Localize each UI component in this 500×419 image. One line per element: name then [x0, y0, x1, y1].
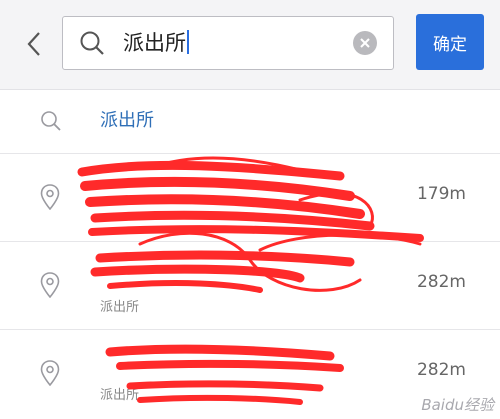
suggestion-label: 派出所 [100, 110, 154, 131]
watermark: Baidu经验 [421, 396, 494, 414]
result-distance: 282m [416, 272, 466, 292]
clear-circle-icon [360, 38, 370, 48]
search-icon [80, 31, 104, 55]
back-button[interactable] [20, 28, 48, 60]
result-subtitle: 派出所 [100, 388, 140, 403]
location-pin-icon [40, 360, 60, 386]
result-row[interactable]: 179m [0, 154, 500, 242]
confirm-button[interactable]: 确定 [416, 14, 484, 70]
result-distance: 179m [416, 184, 466, 204]
location-pin-icon [40, 184, 60, 210]
search-input[interactable]: 派出所 [62, 16, 394, 70]
top-bar: 派出所 确定 [0, 0, 500, 90]
result-row[interactable]: 派出所 282m [0, 242, 500, 330]
search-input-value: 派出所 [123, 29, 189, 57]
text-caret [187, 30, 189, 54]
chevron-left-icon [27, 32, 40, 56]
location-pin-icon [40, 272, 60, 298]
result-subtitle: 派出所 [100, 300, 140, 315]
search-suggestion[interactable]: 派出所 [0, 90, 500, 154]
clear-button[interactable] [353, 31, 377, 55]
result-distance: 282m [416, 360, 466, 380]
search-icon [41, 111, 61, 131]
